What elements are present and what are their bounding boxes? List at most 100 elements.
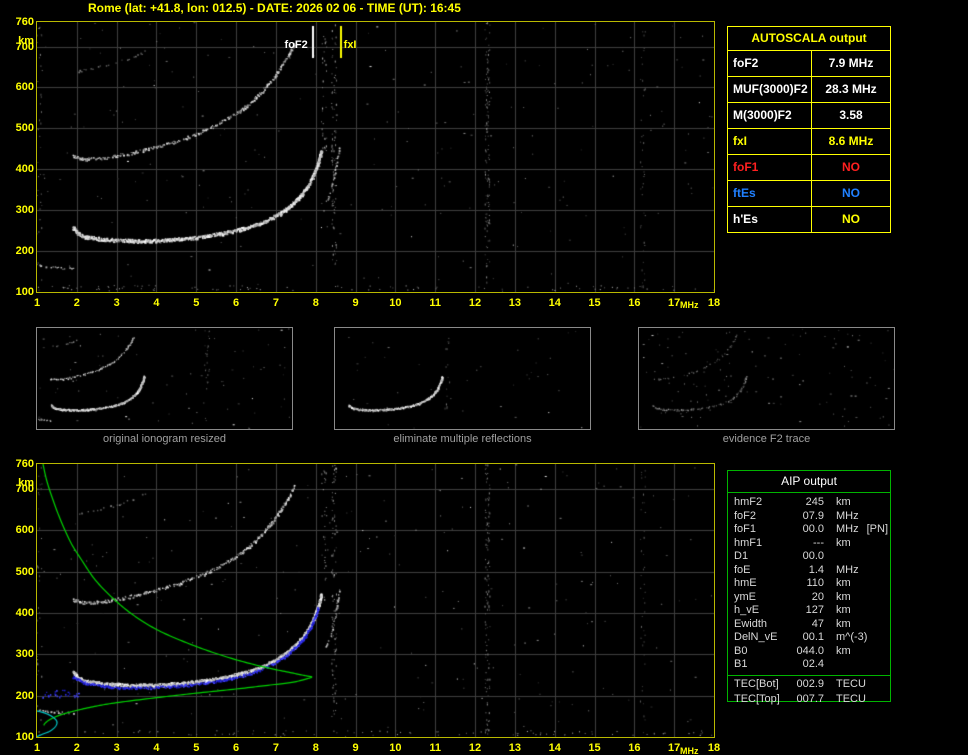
y-axis-tick-label: 300	[15, 648, 34, 661]
autoscala-table-header: AUTOSCALA output	[728, 27, 890, 51]
param-name: foE	[734, 563, 751, 576]
x-axis-tick-label: 8	[312, 742, 319, 754]
y-axis-tick-label: 300	[15, 204, 34, 217]
aip-row: foE 1.4 MHz	[728, 564, 890, 578]
x-axis-tick-label: 14	[548, 742, 561, 754]
aip-row: D1 00.0	[728, 550, 890, 564]
y-axis-tick-label: 500	[15, 122, 34, 135]
x-axis-tick-label: 9	[352, 297, 359, 309]
aip-row: ymE 20 km	[728, 591, 890, 605]
param-value: NO	[842, 160, 860, 174]
aip-row: B0 044.0 km	[728, 645, 890, 659]
x-axis-tick-label: 16	[628, 297, 641, 309]
y-axis-tick-label: 760	[15, 16, 34, 28]
param-name: h'Es	[728, 207, 812, 232]
y-axis-tick-label: 700	[15, 482, 34, 495]
y-axis-tick-label: 700	[15, 40, 34, 53]
param-unit: km	[836, 577, 851, 589]
x-axis-tick-label: 3	[113, 297, 120, 309]
param-name: TEC[Bot]	[734, 677, 779, 690]
y-axis-tick-label: 500	[15, 565, 34, 578]
y-axis-tick-label: 400	[15, 163, 34, 176]
param-value: 07.9	[802, 509, 824, 522]
param-name: fxI	[728, 129, 812, 154]
x-axis-tick-label: 13	[508, 297, 521, 309]
aip-row: hmF2 245 km	[728, 496, 890, 510]
param-name: foF1	[734, 523, 757, 535]
param-unit: km	[836, 604, 851, 616]
param-value: 127	[805, 604, 824, 616]
thumbnail-caption: eliminate multiple reflections	[393, 433, 532, 445]
param-unit: MHz	[836, 563, 859, 576]
aip-row: foF2 07.9 MHz	[728, 510, 890, 524]
autoscala-window: Rome (lat: +41.8, lon: 012.5) - DATE: 20…	[0, 0, 968, 755]
param-value: 00.1	[802, 631, 824, 643]
x-axis-tick-label: 6	[233, 742, 240, 754]
param-unit: km	[836, 590, 851, 603]
param-name: B1	[734, 658, 748, 670]
param-value: 245	[805, 496, 824, 508]
y-axis-tick-label: 200	[15, 245, 34, 258]
x-axis-tick-label: 16	[628, 742, 641, 754]
param-name: hmF2	[734, 496, 763, 508]
param-value: ---	[813, 536, 824, 549]
param-value: 28.3 MHz	[825, 82, 877, 96]
param-value: 3.58	[839, 108, 863, 122]
x-axis-tick-label: 12	[468, 742, 482, 754]
x-axis-tick-label: 4	[153, 297, 160, 309]
param-unit: TECU	[836, 693, 866, 705]
ionogram-bottom-canvas	[36, 463, 715, 738]
param-value: 00.0	[802, 523, 824, 535]
param-name: foF2	[728, 51, 812, 76]
param-value: 1.4	[808, 563, 824, 576]
autoscala-output-table: AUTOSCALA output foF2 7.9 MHz MUF(3000)F…	[727, 26, 891, 233]
x-axis-tick-label: 11	[429, 297, 442, 309]
x-axis-tick-label: 7	[272, 297, 279, 309]
aip-row: hmE 110 km	[728, 577, 890, 591]
y-axis-tick-label: 200	[15, 689, 34, 702]
param-unit: MHz	[836, 509, 859, 522]
table-row: ftEs NO	[728, 181, 890, 207]
x-axis-tick-label: 10	[389, 297, 402, 309]
x-axis-tick-label: 13	[508, 742, 521, 754]
param-unit: TECU	[836, 677, 866, 690]
param-name: ymE	[734, 590, 756, 603]
fxi-marker-label: fxI	[343, 39, 357, 51]
thumbnail-original-ionogram	[36, 327, 293, 430]
thumbnail-evidence-f2	[638, 327, 895, 430]
param-value: 00.0	[802, 550, 824, 562]
aip-row: DelN_vE 00.1 m^(-3)	[728, 631, 890, 645]
x-axis-tick-label: 14	[548, 297, 561, 309]
x-axis-tick-label: 5	[193, 742, 200, 754]
y-axis-tick-label: 600	[15, 81, 34, 94]
param-value: NO	[842, 186, 860, 200]
param-unit: m^(-3)	[836, 631, 868, 643]
param-note: [PN]	[866, 523, 889, 535]
x-axis-tick-label: 11	[429, 742, 442, 754]
x-axis-tick-label: 2	[73, 742, 80, 754]
aip-row: TEC[Bot] 002.9 TECU	[728, 674, 890, 694]
x-axis-tick-label: 12	[468, 297, 482, 309]
param-name: hmF1	[734, 536, 763, 549]
param-unit: km	[836, 536, 851, 549]
param-name: h_vE	[734, 604, 760, 616]
x-axis-tick-label: 17	[668, 742, 681, 754]
param-name: D1	[734, 550, 749, 562]
param-value: 02.4	[802, 658, 824, 670]
table-row: h'Es NO	[728, 207, 890, 232]
aip-output-table: AIP output hmF2 245 km foF2 07.9 MHz foF1 00.0 M…	[727, 470, 891, 705]
param-name: M(3000)F2	[728, 103, 812, 128]
x-axis-tick-label: 1	[33, 742, 41, 754]
x-axis-tick-label: 7	[272, 742, 279, 754]
x-axis-tick-label: 5	[193, 297, 200, 309]
param-value: 7.9 MHz	[828, 56, 874, 70]
aip-row: hmF1 --- km	[728, 537, 890, 551]
x-axis-tick-label: 8	[312, 297, 319, 309]
aip-row: TEC[Top] 007.7 TECU	[728, 693, 890, 707]
table-row: M(3000)F2 3.58	[728, 103, 890, 129]
param-value: 007.7	[796, 693, 824, 705]
param-name: DelN_vE	[734, 631, 778, 643]
x-axis-tick-label: 10	[389, 742, 402, 754]
aip-row: Ewidth 47 km	[728, 618, 890, 632]
param-unit: km	[836, 617, 851, 630]
